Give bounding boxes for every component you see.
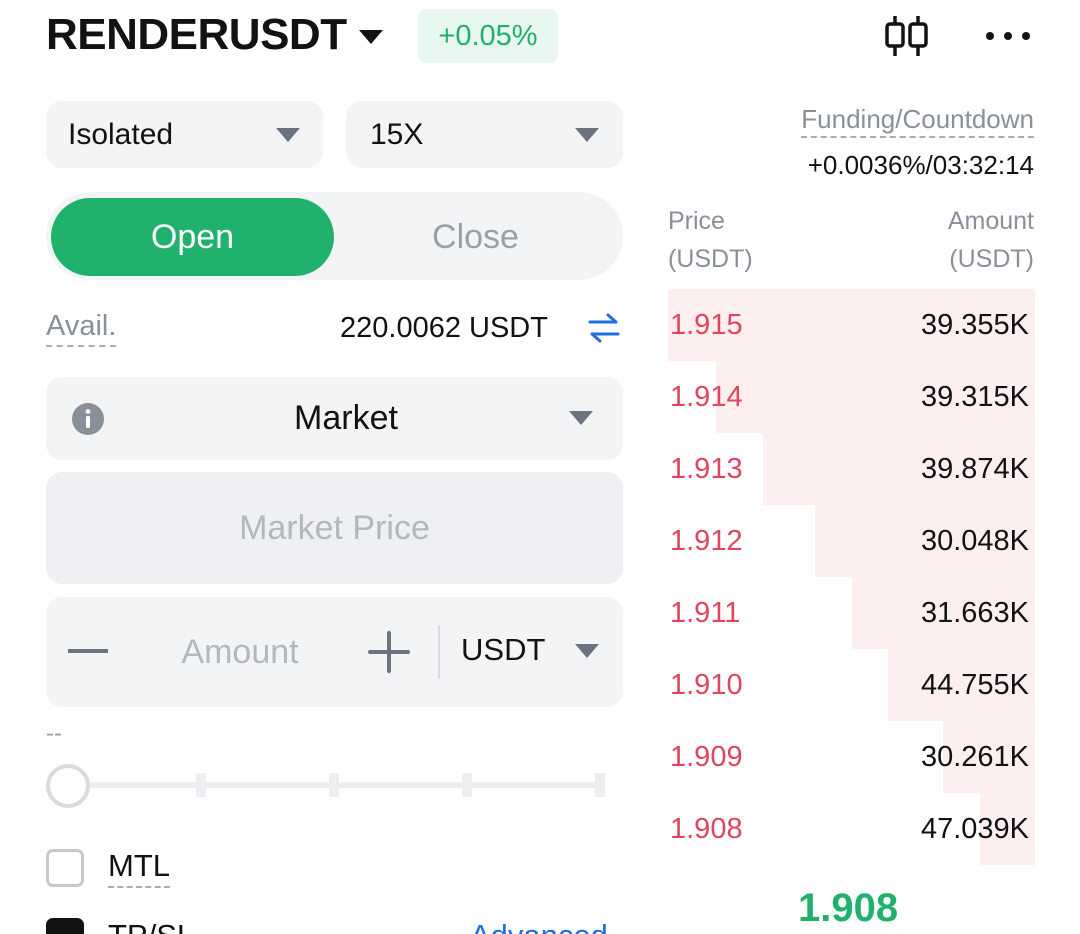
amount-header-line: Amount: [947, 207, 1034, 235]
price-field: Market Price: [46, 472, 623, 584]
tpsl-checkbox[interactable]: [46, 918, 84, 934]
divider: [438, 625, 440, 679]
ask-amount: 47.039K: [920, 813, 1029, 845]
ask-price: 1.914: [670, 381, 743, 413]
ask-amount: 39.874K: [920, 453, 1029, 485]
slider-stop[interactable]: [595, 773, 605, 797]
ask-price: 1.915: [670, 309, 743, 341]
dropdown-arrow-icon: [569, 411, 593, 425]
dropdown-arrow-icon: [575, 128, 599, 142]
leverage-dropdown[interactable]: 15X: [346, 101, 623, 168]
open-tab[interactable]: Open: [51, 198, 334, 276]
margin-mode-dropdown[interactable]: Isolated: [46, 101, 323, 168]
orderbook-ask-row[interactable]: 1.908 47.039K: [668, 793, 1035, 865]
dropdown-arrow-icon[interactable]: [575, 644, 599, 658]
leverage-value: 15X: [370, 117, 424, 151]
ask-price: 1.910: [670, 669, 743, 701]
price-header-unit: (USDT): [668, 245, 753, 273]
orderbook-ask-row[interactable]: 1.910 44.755K: [668, 649, 1035, 721]
plus-icon[interactable]: [368, 631, 410, 673]
dropdown-arrow-icon: [276, 128, 300, 142]
more-options-icon[interactable]: [984, 22, 1032, 50]
orderbook-ask-row[interactable]: 1.911 31.663K: [668, 577, 1035, 649]
ask-amount: 39.355K: [920, 309, 1029, 341]
info-icon[interactable]: [71, 402, 105, 436]
tpsl-label[interactable]: TP/SL: [108, 918, 194, 934]
orderbook-price-header: Price (USDT): [668, 202, 753, 278]
ask-price: 1.909: [670, 741, 743, 773]
ask-amount: 31.663K: [920, 597, 1029, 629]
price-change-badge: +0.05%: [418, 9, 558, 63]
mtl-checkbox[interactable]: [46, 849, 84, 887]
orderbook-ask-row[interactable]: 1.909 30.261K: [668, 721, 1035, 793]
ask-price: 1.908: [670, 813, 743, 845]
slider-stop[interactable]: [196, 773, 206, 797]
orderbook-ask-row[interactable]: 1.914 39.315K: [668, 361, 1035, 433]
symbol-name: RENDERUSDT: [46, 10, 347, 59]
funding-countdown-value: +0.0036%/03:32:14: [807, 150, 1034, 180]
order-type-dropdown[interactable]: [46, 377, 623, 460]
amount-input[interactable]: [150, 628, 330, 676]
close-tab[interactable]: Close: [334, 198, 617, 276]
ask-price: 1.912: [670, 525, 743, 557]
orderbook-ask-row[interactable]: 1.915 39.355K: [668, 289, 1035, 361]
caret-down-icon: [358, 30, 383, 44]
mtl-label[interactable]: MTL: [108, 848, 170, 888]
slider-value-text: --: [46, 720, 62, 747]
ask-price: 1.913: [670, 453, 743, 485]
ask-amount: 30.261K: [920, 741, 1029, 773]
slider-stop[interactable]: [329, 773, 339, 797]
available-balance-label[interactable]: Avail.: [46, 310, 117, 347]
slider-thumb[interactable]: [46, 764, 90, 808]
ask-amount: 30.048K: [920, 525, 1029, 557]
margin-mode-value: Isolated: [68, 117, 174, 151]
available-balance-value: 220.0062 USDT: [340, 312, 548, 344]
price-header-line: Price: [668, 207, 725, 235]
orderbook-ask-row[interactable]: 1.912 30.048K: [668, 505, 1035, 577]
advanced-link[interactable]: Advanced: [470, 918, 608, 934]
amount-header-unit: (USDT): [949, 245, 1034, 273]
slider-stop[interactable]: [462, 773, 472, 797]
ask-price: 1.911: [670, 597, 741, 629]
ask-amount: 39.315K: [920, 381, 1029, 413]
candlestick-chart-icon[interactable]: [880, 14, 932, 58]
last-price[interactable]: 1.908: [798, 886, 898, 931]
transfer-icon[interactable]: [586, 312, 622, 344]
ask-amount: 44.755K: [920, 669, 1029, 701]
orderbook-amount-header: Amount (USDT): [948, 202, 1034, 278]
funding-countdown-label[interactable]: Funding/Countdown: [801, 104, 1034, 138]
minus-icon[interactable]: [68, 636, 108, 666]
amount-unit-selector[interactable]: USDT: [461, 632, 545, 668]
orderbook-ask-row[interactable]: 1.913 39.874K: [668, 433, 1035, 505]
symbol-selector[interactable]: RENDERUSDT: [46, 10, 383, 60]
